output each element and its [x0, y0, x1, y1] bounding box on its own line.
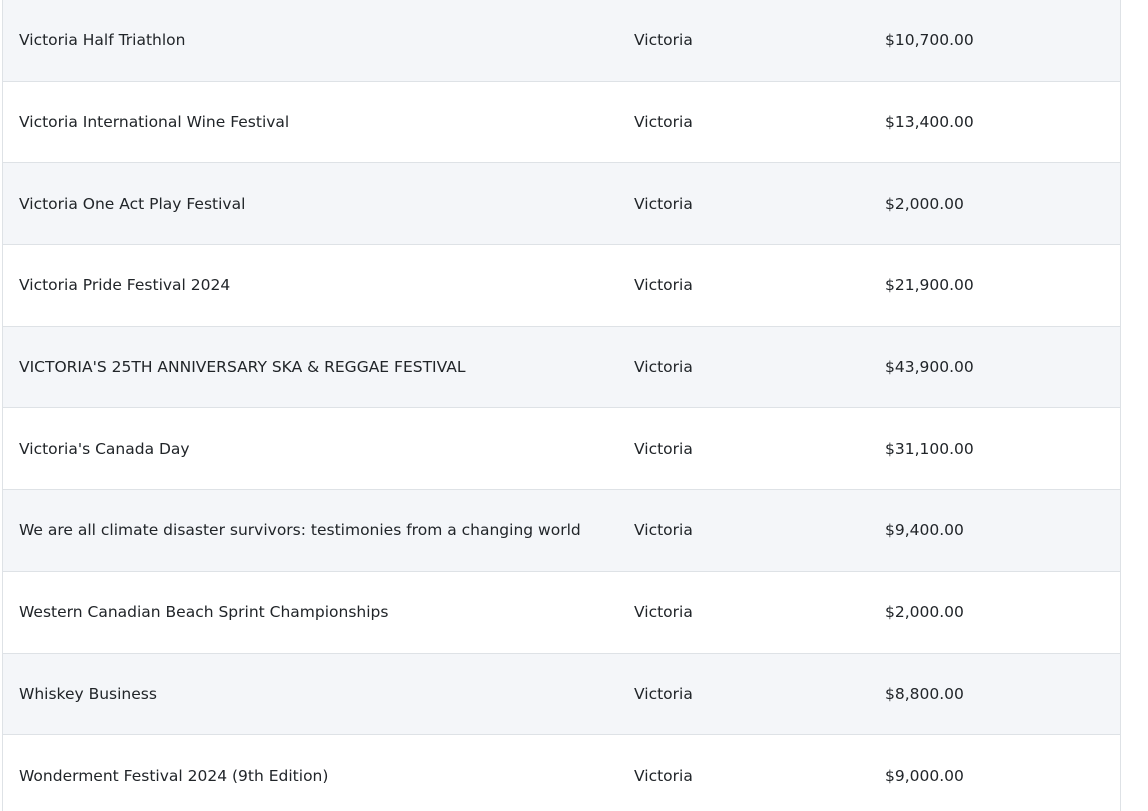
table-row: Wonderment Festival 2024 (9th Edition) V…	[3, 735, 1120, 811]
event-name-cell: VICTORIA'S 25TH ANNIVERSARY SKA & REGGAE…	[19, 358, 466, 377]
table-row: We are all climate disaster survivors: t…	[3, 490, 1120, 572]
city-cell: Victoria	[634, 684, 693, 703]
event-name-cell: Whiskey Business	[19, 684, 157, 703]
amount-cell: $2,000.00	[885, 603, 964, 622]
city-cell: Victoria	[634, 358, 693, 377]
city-cell: Victoria	[634, 439, 693, 458]
amount-cell: $13,400.00	[885, 113, 974, 132]
event-name-cell: Victoria One Act Play Festival	[19, 194, 246, 213]
city-cell: Victoria	[634, 521, 693, 540]
event-name-cell: Victoria International Wine Festival	[19, 113, 290, 132]
event-name-cell: Victoria Pride Festival 2024	[19, 276, 231, 295]
amount-cell: $21,900.00	[885, 276, 974, 295]
amount-cell: $10,700.00	[885, 31, 974, 50]
amount-cell: $43,900.00	[885, 358, 974, 377]
event-name-cell: We are all climate disaster survivors: t…	[19, 521, 581, 540]
table-row: Victoria International Wine Festival Vic…	[3, 81, 1120, 164]
table-row: Victoria Pride Festival 2024 Victoria $2…	[3, 245, 1120, 327]
city-cell: Victoria	[634, 31, 693, 50]
table-row: Whiskey Business Victoria $8,800.00	[3, 653, 1120, 736]
table-row: Victoria One Act Play Festival Victoria …	[3, 163, 1120, 246]
amount-cell: $8,800.00	[885, 684, 964, 703]
event-name-cell: Western Canadian Beach Sprint Championsh…	[19, 603, 389, 622]
city-cell: Victoria	[634, 766, 693, 785]
event-name-cell: Wonderment Festival 2024 (9th Edition)	[19, 766, 329, 785]
table-row: Victoria's Canada Day Victoria $31,100.0…	[3, 408, 1120, 491]
amount-cell: $9,000.00	[885, 766, 964, 785]
amount-cell: $2,000.00	[885, 194, 964, 213]
city-cell: Victoria	[634, 276, 693, 295]
city-cell: Victoria	[634, 603, 693, 622]
amount-cell: $31,100.00	[885, 439, 974, 458]
event-name-cell: Victoria's Canada Day	[19, 439, 190, 458]
table-row: VICTORIA'S 25TH ANNIVERSARY SKA & REGGAE…	[3, 326, 1120, 409]
amount-cell: $9,400.00	[885, 521, 964, 540]
event-name-cell: Victoria Half Triathlon	[19, 31, 186, 50]
grants-table: Victoria Half Triathlon Victoria $10,700…	[2, 0, 1121, 811]
table-row: Western Canadian Beach Sprint Championsh…	[3, 571, 1120, 654]
table-row: Victoria Half Triathlon Victoria $10,700…	[3, 0, 1120, 82]
city-cell: Victoria	[634, 194, 693, 213]
city-cell: Victoria	[634, 113, 693, 132]
